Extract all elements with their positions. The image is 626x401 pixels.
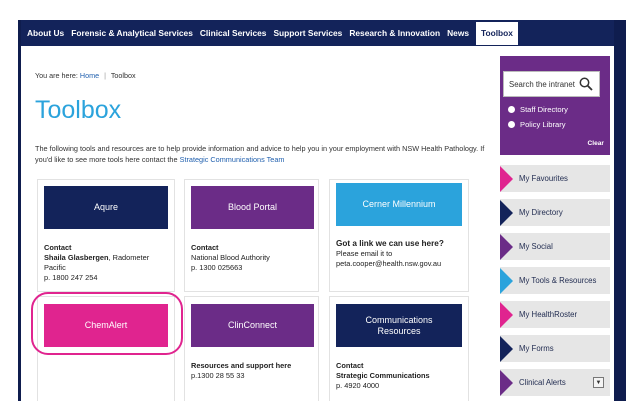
- clinconnect-support-heading: Resources and support here: [191, 361, 292, 370]
- sidebar-item-label: My Social: [519, 242, 553, 251]
- chemalert-highlight-ring: [31, 292, 183, 355]
- navy-arrow-icon: [500, 335, 513, 362]
- aqure-contact-phone: p. 1800 247 254: [44, 273, 98, 282]
- nav-support[interactable]: Support Services: [273, 28, 342, 38]
- breadcrumb-separator: |: [104, 71, 106, 80]
- sidebar-item-my-directory[interactable]: My Directory: [500, 199, 610, 226]
- cerner-link-body: Please email it to: [336, 249, 393, 258]
- nav-clinical[interactable]: Clinical Services: [200, 28, 267, 38]
- radio-label-staff-directory: Staff Directory: [520, 105, 568, 114]
- dropdown-icon[interactable]: ▼: [593, 377, 604, 388]
- breadcrumb-prefix: You are here:: [35, 71, 78, 80]
- aqure-contact-name: Shaila Glasbergen, Radometer: [44, 253, 149, 263]
- card-cerner: Cerner Millennium Got a link we can use …: [329, 179, 469, 292]
- card-clinconnect: ClinConnect Resources and support here p…: [184, 296, 319, 401]
- left-margin: [0, 20, 18, 401]
- aqure-contact-person: Shaila Glasbergen: [44, 253, 109, 262]
- radio-staff-directory[interactable]: Staff Directory: [508, 105, 568, 114]
- communications-tile[interactable]: Communications Resources: [336, 304, 462, 347]
- sidebar-item-my-forms[interactable]: My Forms: [500, 335, 610, 362]
- search-panel: Search the intranet Staff Directory Poli…: [500, 56, 610, 155]
- pink-arrow-icon: [500, 301, 513, 328]
- sidebar-item-label: My Forms: [519, 344, 554, 353]
- communications-contact-phone: p. 4920 4000: [336, 381, 380, 390]
- purple-arrow-icon: [500, 233, 513, 260]
- radio-button-icon: [508, 121, 515, 128]
- strategic-comms-link[interactable]: Strategic Communications Team: [180, 155, 285, 164]
- blood-portal-contact: Contact National Blood Authority p. 1300…: [191, 243, 270, 273]
- communications-contact-heading: Contact: [336, 361, 364, 370]
- right-frame-edge: [614, 20, 626, 401]
- breadcrumb: You are here: Home | Toolbox: [35, 71, 136, 80]
- clinconnect-support: Resources and support here p.1300 28 55 …: [191, 361, 291, 381]
- intro-text: The following tools and resources are to…: [35, 143, 485, 165]
- nav-toolbox[interactable]: Toolbox: [476, 21, 518, 45]
- sidebar-item-label: My HealthRoster: [519, 310, 578, 319]
- cerner-link-request: Got a link we can use here? Please email…: [336, 239, 444, 269]
- sidebar-item-label: Clinical Alerts: [519, 378, 566, 387]
- communications-contact-team: Strategic Communications: [336, 371, 430, 380]
- communications-contact: Contact Strategic Communications p. 4920…: [336, 361, 430, 391]
- sidebar-item-label: My Tools & Resources: [519, 276, 597, 285]
- card-aqure: Aqure Contact Shaila Glasbergen, Radomet…: [37, 179, 175, 292]
- nav-forensic[interactable]: Forensic & Analytical Services: [71, 28, 193, 38]
- cerner-link-heading: Got a link we can use here?: [336, 239, 444, 248]
- clinconnect-tile[interactable]: ClinConnect: [191, 304, 314, 347]
- pink-arrow-icon: [500, 165, 513, 192]
- page-title: Toolbox: [35, 96, 122, 124]
- purple-arrow-icon: [500, 369, 513, 396]
- sidebar-item-my-tools[interactable]: My Tools & Resources: [500, 267, 610, 294]
- blood-portal-contact-phone: p. 1300 025663: [191, 263, 243, 272]
- aqure-contact: Contact Shaila Glasbergen, Radometer Pac…: [44, 243, 149, 283]
- blood-portal-contact-org: National Blood Authority: [191, 253, 270, 262]
- aqure-contact-org-line2: Pacific: [44, 263, 66, 272]
- sidebar-item-my-social[interactable]: My Social: [500, 233, 610, 260]
- nav-research[interactable]: Research & Innovation: [349, 28, 440, 38]
- window-top-margin: [0, 0, 626, 20]
- sidebar-item-label: My Favourites: [519, 174, 568, 183]
- radio-label-policy-library: Policy Library: [520, 120, 566, 129]
- breadcrumb-current: Toolbox: [110, 71, 136, 80]
- aqure-contact-heading: Contact: [44, 243, 72, 252]
- nav-about-us[interactable]: About Us: [27, 28, 64, 38]
- sidebar-item-clinical-alerts[interactable]: Clinical Alerts ▼: [500, 369, 610, 396]
- blood-portal-contact-heading: Contact: [191, 243, 219, 252]
- search-input[interactable]: Search the intranet: [503, 71, 600, 97]
- sidebar-item-my-healthroster[interactable]: My HealthRoster: [500, 301, 610, 328]
- search-icon[interactable]: [579, 77, 593, 91]
- cerner-tile[interactable]: Cerner Millennium: [336, 183, 462, 226]
- navy-arrow-icon: [500, 199, 513, 226]
- main-content: You are here: Home | Toolbox Toolbox The…: [21, 46, 614, 401]
- card-communications: Communications Resources Contact Strateg…: [329, 296, 469, 401]
- clear-button[interactable]: Clear: [588, 140, 605, 147]
- clinconnect-support-phone: p.1300 28 55 33: [191, 371, 245, 380]
- card-blood-portal: Blood Portal Contact National Blood Auth…: [184, 179, 319, 292]
- sidebar-item-my-favourites[interactable]: My Favourites: [500, 165, 610, 192]
- radio-button-icon: [508, 106, 515, 113]
- cerner-link-email[interactable]: peta.cooper@health.nsw.gov.au: [336, 259, 444, 269]
- sidebar-item-label: My Directory: [519, 208, 563, 217]
- radio-policy-library[interactable]: Policy Library: [508, 120, 566, 129]
- nav-news[interactable]: News: [447, 28, 469, 38]
- main-nav: About Us Forensic & Analytical Services …: [21, 20, 614, 46]
- blood-portal-tile[interactable]: Blood Portal: [191, 186, 314, 229]
- cyan-arrow-icon: [500, 267, 513, 294]
- aqure-tile[interactable]: Aqure: [44, 186, 168, 229]
- breadcrumb-home-link[interactable]: Home: [80, 71, 99, 80]
- search-placeholder: Search the intranet: [509, 79, 575, 89]
- aqure-contact-org: , Radometer: [108, 253, 150, 262]
